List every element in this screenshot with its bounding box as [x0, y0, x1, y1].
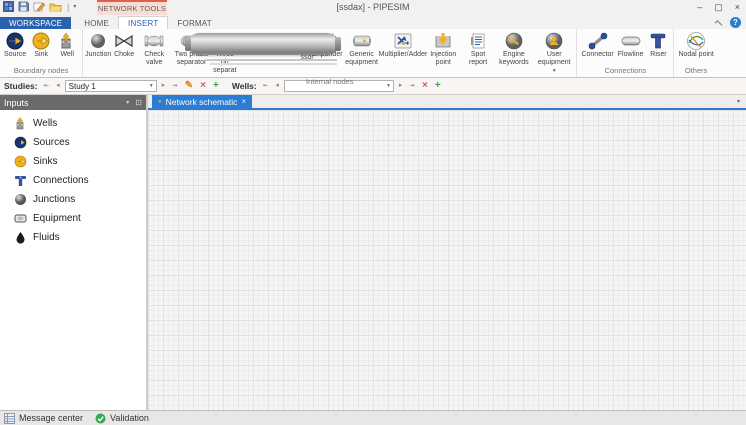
check-valve-button[interactable]: Check valve [137, 30, 171, 68]
nodal-point-button[interactable]: Nodal point [676, 30, 715, 60]
inputs-panel-header: Inputs ▾ ⊡ [0, 95, 146, 110]
connector-button[interactable]: Connector [579, 30, 615, 60]
tree-item-junctions[interactable]: Junctions [14, 190, 146, 209]
junction-icon [90, 31, 106, 51]
flowline-icon [620, 31, 642, 51]
fluids-icon [14, 231, 27, 244]
network-schematic-canvas[interactable] [148, 110, 746, 410]
well-button[interactable]: Well [54, 30, 80, 60]
group-label-internal-nodes: Internal nodes [85, 76, 574, 88]
connections-icon [14, 174, 27, 187]
tab-close-icon[interactable]: × [241, 97, 246, 106]
maximize-button[interactable]: ▢ [714, 0, 723, 14]
multiplier-adder-icon [393, 31, 413, 51]
ribbon-tab-row: WORKSPACE HOME INSERT FORMAT ? [0, 15, 746, 29]
connector-icon [588, 31, 608, 51]
studies-label: Studies: [4, 81, 38, 91]
riser-button[interactable]: Riser [645, 30, 671, 60]
choke-icon [115, 31, 133, 51]
validation-button[interactable]: Validation [95, 413, 149, 424]
sources-icon [14, 136, 27, 149]
panel-pin-icon[interactable]: ⊡ [135, 98, 142, 107]
ribbon-group-boundary-nodes: Source Sink Well Boundary nodes [0, 29, 83, 77]
tab-label: Network schematic [166, 97, 238, 107]
ribbon-group-connections: Connector Flowline Riser Connections [577, 29, 674, 77]
injection-point-icon [433, 31, 453, 51]
tab-home[interactable]: HOME [75, 17, 118, 29]
status-bar: Message center Validation [0, 410, 746, 425]
window-controls: – ▢ × [697, 0, 740, 14]
check-valve-icon [144, 31, 164, 51]
tab-workspace[interactable]: WORKSPACE [0, 17, 71, 29]
message-center-button[interactable]: Message center [4, 413, 83, 424]
oversized-separator-graphic [188, 33, 338, 55]
minimize-button[interactable]: – [697, 0, 702, 14]
engine-keywords-icon [505, 31, 523, 51]
main-area: Inputs ▾ ⊡ Wells Sources Sinks [0, 95, 746, 410]
cylinder-shadow [205, 59, 337, 61]
schematic-editor: ● Network schematic × ▾ [148, 95, 746, 410]
contextual-tab-network-tools: NETWORK TOOLS [97, 0, 167, 15]
generic-equipment-button[interactable]: Generic equipment [341, 30, 381, 68]
sink-button[interactable]: Sink [28, 30, 54, 60]
message-center-icon [4, 413, 15, 424]
well-icon [58, 31, 76, 51]
engine-keywords-button[interactable]: Engine keywords [494, 30, 534, 68]
cylinder-shadow [210, 63, 337, 65]
studies-first-button[interactable]: ⯬ [42, 80, 52, 92]
tab-insert[interactable]: INSERT [118, 16, 168, 29]
inputs-tree: Wells Sources Sinks Connections Junction… [0, 110, 146, 247]
tree-item-sources[interactable]: Sources [14, 133, 146, 152]
panel-menu-icon[interactable]: ▾ [126, 99, 129, 106]
tree-item-wells[interactable]: Wells [14, 114, 146, 133]
group-label-boundary-nodes: Boundary nodes [2, 65, 80, 77]
user-equipment-icon [545, 31, 563, 51]
wells-icon [14, 117, 27, 130]
tree-item-fluids[interactable]: Fluids [14, 228, 146, 247]
multiplier-adder-button[interactable]: Multiplier/Adder [382, 30, 424, 60]
sinks-icon [14, 155, 27, 168]
title-bar: | ▾ [ssdax] - PIPESIM NETWORK TOOLS – ▢ … [0, 0, 746, 15]
ribbon-insert: Source Sink Well Boundary nodes Junction [0, 29, 746, 78]
tab-list-dropdown-icon[interactable]: ▾ [737, 98, 740, 105]
spot-report-icon [469, 31, 487, 51]
spot-report-button[interactable]: Spot report [462, 30, 493, 68]
tab-network-schematic[interactable]: ● Network schematic × [152, 95, 252, 108]
tree-item-connections[interactable]: Connections [14, 171, 146, 190]
generic-equipment-icon [352, 31, 372, 51]
tree-item-sinks[interactable]: Sinks [14, 152, 146, 171]
riser-icon [649, 31, 667, 51]
equipment-icon [14, 212, 27, 225]
junction-button[interactable]: Junction [85, 30, 111, 60]
inputs-panel-title: Inputs [4, 98, 29, 108]
pipesim-window: | ▾ [ssdax] - PIPESIM NETWORK TOOLS – ▢ … [0, 0, 746, 425]
tree-item-equipment[interactable]: Equipment [14, 209, 146, 228]
user-equipment-dropdown-icon: ▾ [553, 68, 556, 74]
inputs-panel: Inputs ▾ ⊡ Wells Sources Sinks [0, 95, 148, 410]
user-equipment-button[interactable]: User equipment ▾ [534, 30, 574, 76]
help-icon[interactable]: ? [730, 17, 741, 28]
collapse-ribbon-icon[interactable] [715, 20, 723, 28]
junctions-icon [14, 193, 27, 206]
unsaved-dot-icon: ● [158, 99, 162, 105]
injection-point-button[interactable]: Injection point [424, 30, 462, 68]
ribbon-group-others: Nodal point Others [674, 29, 717, 77]
group-label-connections: Connections [579, 65, 671, 77]
studies-prev-button[interactable]: ◂ [54, 80, 62, 92]
source-icon [6, 31, 24, 51]
document-tab-strip: ● Network schematic × ▾ [148, 95, 746, 110]
group-label-others: Others [676, 65, 715, 77]
validation-check-icon [95, 413, 106, 424]
close-button[interactable]: × [735, 0, 740, 14]
nodal-point-icon [686, 31, 706, 51]
source-button[interactable]: Source [2, 30, 28, 60]
choke-button[interactable]: Choke [111, 30, 137, 60]
flowline-button[interactable]: Flowline [616, 30, 646, 60]
sink-icon [32, 31, 50, 51]
tab-format[interactable]: FORMAT [168, 17, 220, 29]
